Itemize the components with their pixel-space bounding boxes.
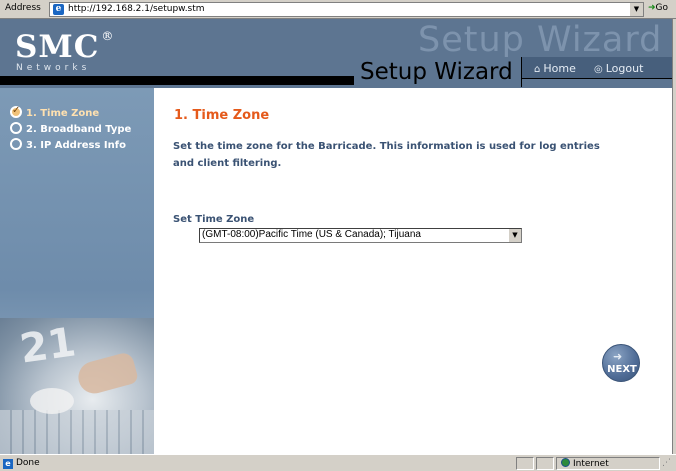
- checked-radio-icon: [10, 105, 22, 118]
- address-label: Address: [5, 3, 41, 13]
- timezone-label: Set Time Zone: [173, 214, 255, 225]
- logout-icon: ◎: [594, 64, 603, 75]
- step-label: 1. Time Zone: [26, 108, 100, 119]
- status-pane: [536, 457, 554, 470]
- logo-registered: ®: [101, 29, 115, 43]
- step-label: 3. IP Address Info: [26, 140, 126, 151]
- timezone-selected-value: (GMT-08:00)Pacific Time (US & Canada); T…: [202, 229, 421, 240]
- logout-link[interactable]: ◎ Logout: [594, 62, 643, 75]
- top-nav: ⌂ Home ◎ Logout: [522, 57, 672, 79]
- next-arrow-icon: ➜: [613, 350, 623, 363]
- timezone-select[interactable]: (GMT-08:00)Pacific Time (US & Canada); T…: [199, 228, 522, 243]
- go-label: Go: [655, 3, 669, 13]
- go-button[interactable]: ➜Go: [648, 3, 668, 13]
- url-dropdown-icon[interactable]: ▼: [629, 3, 643, 16]
- step-label: 2. Broadband Type: [26, 124, 132, 135]
- chevron-down-icon[interactable]: ▼: [508, 229, 521, 242]
- section-description: Set the time zone for the Barricade. Thi…: [173, 141, 600, 169]
- logo-text: SMC: [15, 29, 100, 65]
- window-right-edge: [672, 19, 676, 454]
- resize-grip-icon[interactable]: ⋰: [662, 458, 671, 468]
- photo-number: 21: [17, 319, 79, 373]
- status-pane: [516, 457, 534, 470]
- logo-subtitle: Networks: [16, 63, 91, 73]
- smc-logo: SMC ®: [15, 29, 114, 65]
- home-icon: ⌂: [534, 64, 541, 75]
- ie-status-icon: e: [3, 459, 13, 469]
- main-content: 1. Time Zone Set the time zone for the B…: [154, 88, 672, 454]
- title-box: Setup Wizard: [354, 57, 522, 87]
- go-arrow-icon: ➜: [648, 3, 656, 13]
- header-divider-bar: [0, 76, 354, 85]
- logout-label: Logout: [605, 62, 644, 75]
- mouse-image: [30, 388, 74, 414]
- step-ip-address-info[interactable]: 3. IP Address Info: [10, 138, 126, 151]
- next-label: NEXT: [607, 364, 637, 375]
- section-title: 1. Time Zone: [174, 108, 270, 123]
- status-bar: e Done Internet ⋰: [0, 454, 676, 471]
- sidebar-photo: 21: [0, 318, 154, 454]
- page-header-title: Setup Wizard: [360, 59, 513, 85]
- keyboard-image: [0, 410, 154, 454]
- status-text: e Done: [3, 458, 40, 469]
- header-banner: SMC ® Networks Setup Wizard Setup Wizard …: [0, 19, 676, 88]
- step-time-zone[interactable]: 1. Time Zone: [10, 105, 100, 119]
- status-label: Done: [16, 458, 40, 468]
- security-zone: Internet: [556, 457, 660, 470]
- ie-page-icon: e: [53, 4, 64, 15]
- address-bar: Address e http://192.168.2.1/setupw.stm …: [0, 0, 676, 19]
- zone-label: Internet: [573, 459, 609, 469]
- sidebar: 1. Time Zone 2. Broadband Type 3. IP Add…: [0, 88, 154, 454]
- hand-image: [74, 351, 140, 397]
- radio-icon: [10, 138, 22, 150]
- home-label: Home: [543, 62, 576, 75]
- next-button[interactable]: ➜ NEXT: [602, 344, 640, 382]
- step-broadband-type[interactable]: 2. Broadband Type: [10, 122, 131, 135]
- url-input[interactable]: e http://192.168.2.1/setupw.stm ▼: [49, 2, 644, 17]
- globe-icon: [561, 458, 570, 467]
- url-text: http://192.168.2.1/setupw.stm: [68, 4, 205, 14]
- header-watermark: Setup Wizard: [418, 20, 663, 60]
- home-link[interactable]: ⌂ Home: [534, 62, 576, 75]
- radio-icon: [10, 122, 22, 134]
